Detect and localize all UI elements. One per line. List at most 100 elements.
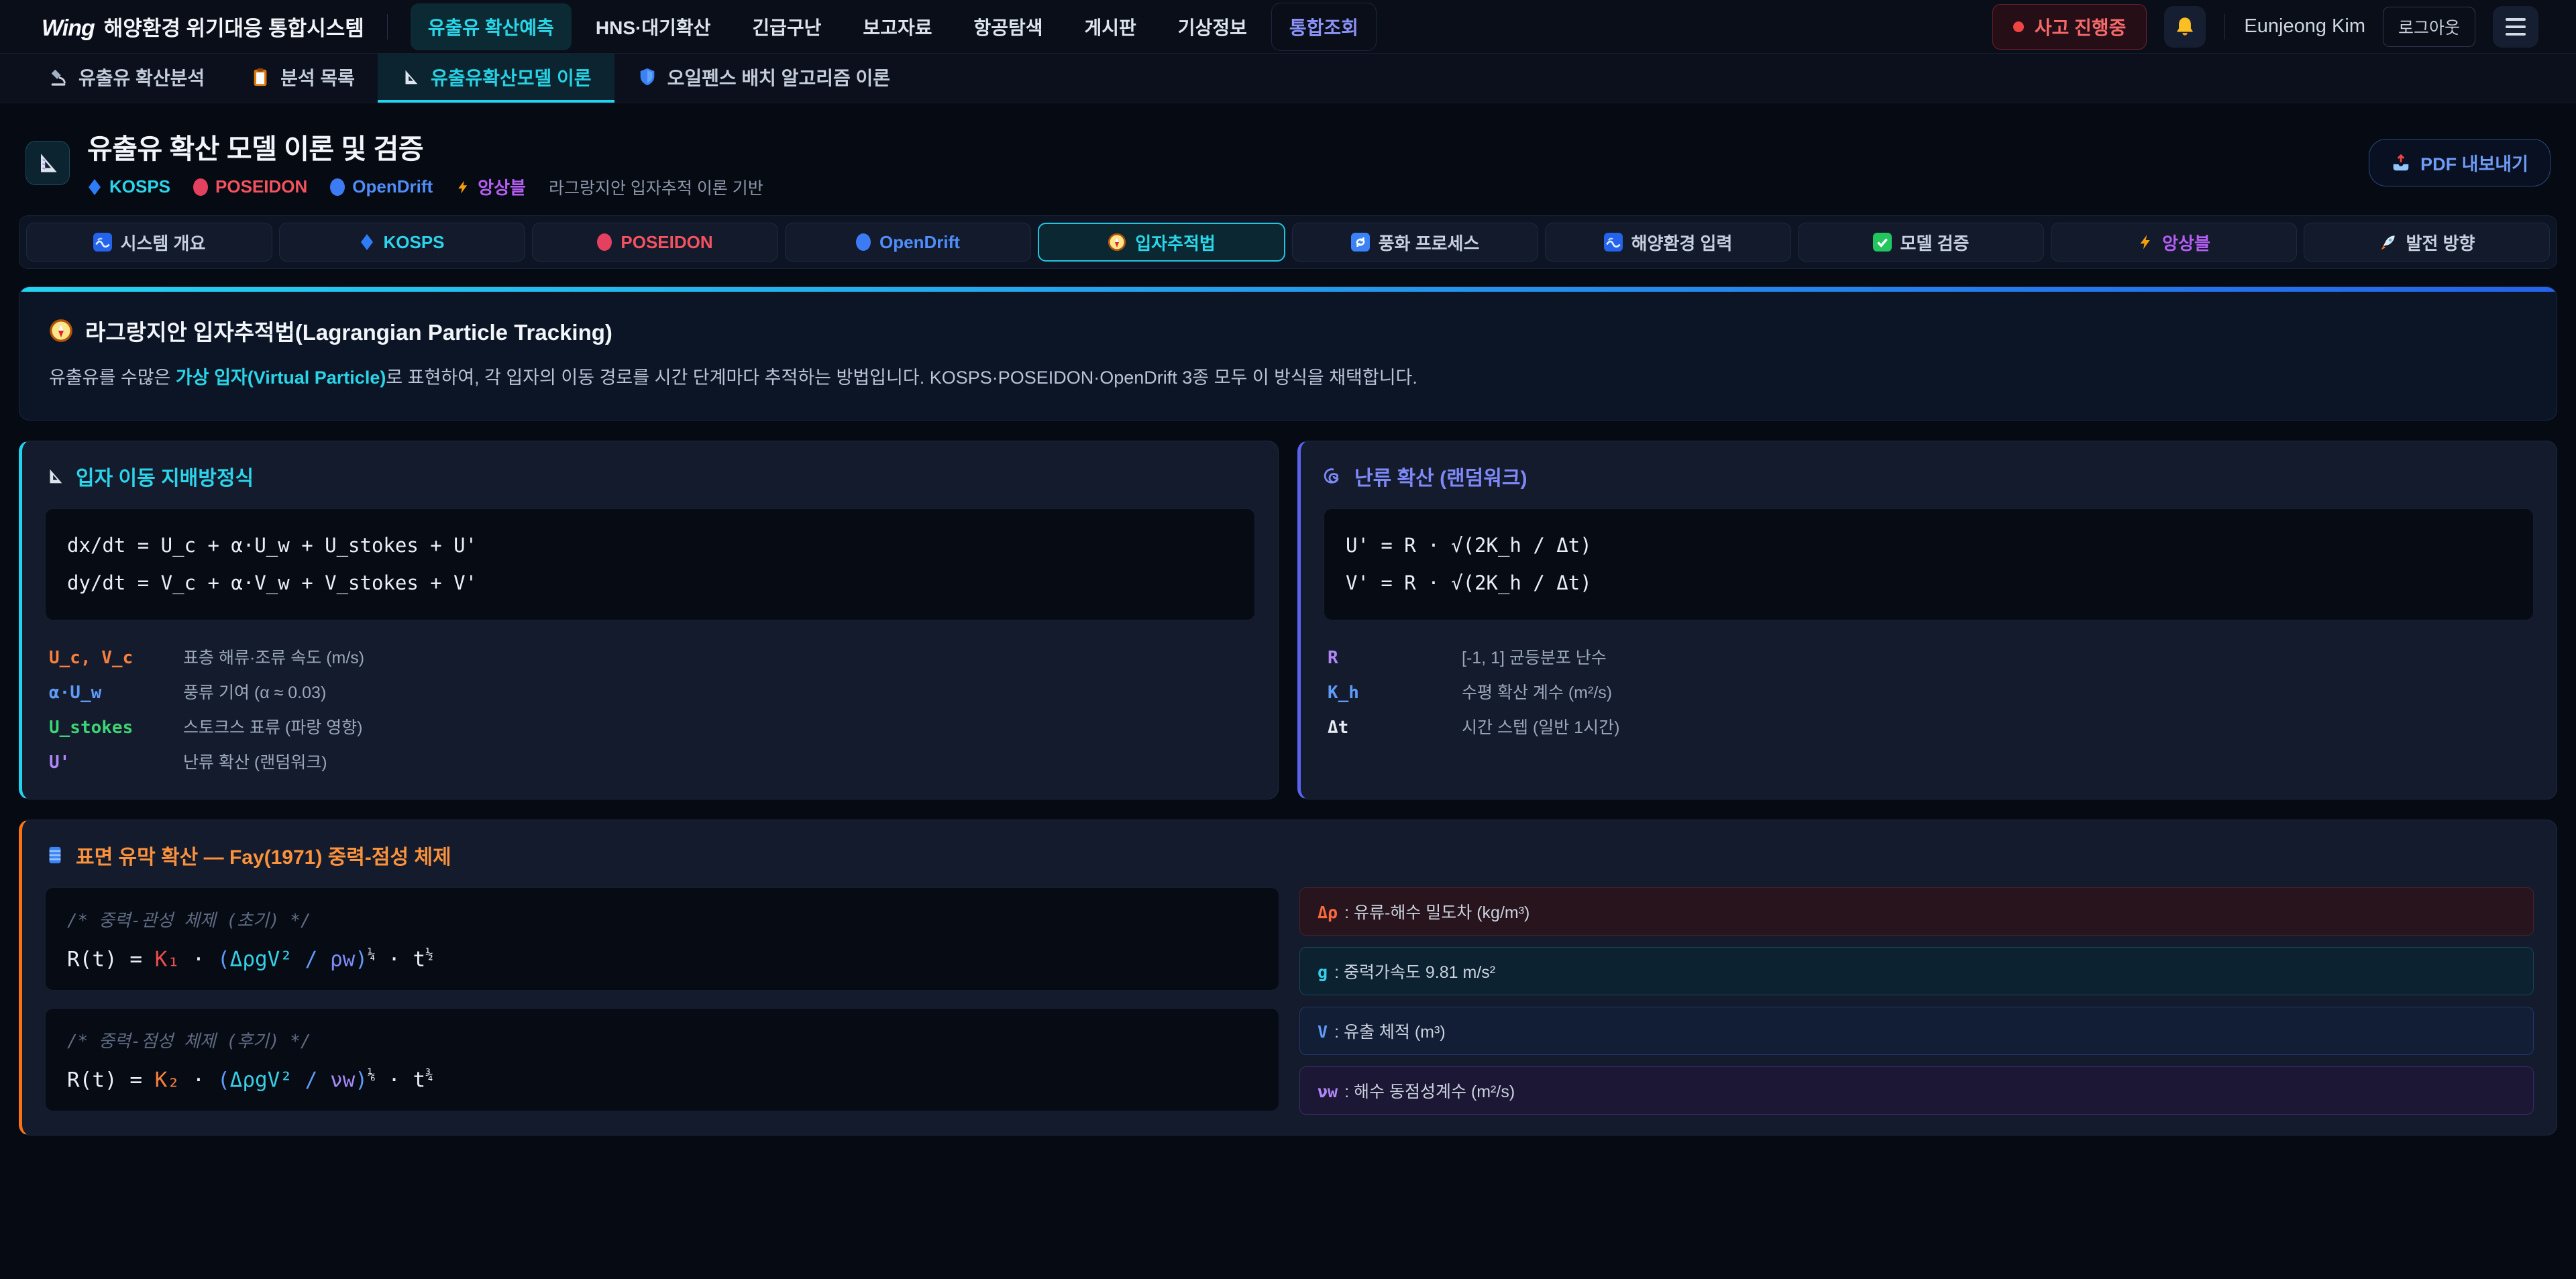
variable-chip-delta-rho: Δρ : 유류-해수 밀도차 (kg/m³) (1299, 887, 2534, 936)
variable-chip-v: V : 유출 체적 (m³) (1299, 1007, 2534, 1055)
wave-icon (93, 233, 112, 252)
sub-tab-bar: 유출유 확산분석 분석 목록 유출유확산모델 이론 오일펜스 배치 알고리즘 이… (0, 54, 2576, 103)
badge-ensemble: 앙상블 (455, 174, 526, 199)
check-icon (1873, 233, 1892, 252)
export-tray-icon (2391, 153, 2411, 173)
chip-marine-environment-input[interactable]: 해양환경 입력 (1545, 223, 1791, 262)
variable-legend: U_c, V_c 표층 해류·조류 속도 (m/s) α·U_w 풍류 기여 (… (45, 639, 1255, 779)
red-dot-icon (193, 178, 208, 196)
chip-particle-tracking[interactable]: 입자추적법 (1038, 223, 1285, 262)
menu-weather-info[interactable]: 기상정보 (1161, 3, 1265, 50)
page-title: 유출유 확산 모델 이론 및 검증 (87, 126, 763, 166)
blue-dot-icon (330, 178, 345, 196)
bell-icon (2174, 15, 2196, 38)
topbar-right: 사고 진행중 Eunjeong Kim 로그아웃 (1992, 4, 2538, 50)
user-name: Eunjeong Kim (2244, 15, 2365, 38)
tab-diffusion-model-theory[interactable]: 유출유확산모델 이론 (378, 54, 614, 103)
fay-variable-column: Δρ : 유류-해수 밀도차 (kg/m³) g : 중력가속도 9.81 m/… (1299, 887, 2534, 1115)
set-square-icon (400, 67, 421, 87)
tab-oil-fence-algorithm-theory[interactable]: 오일펜스 배치 알고리즘 이론 (614, 54, 913, 103)
chip-poseidon[interactable]: POSEIDON (532, 223, 778, 262)
set-square-icon (45, 466, 65, 486)
pdf-export-button[interactable]: PDF 내보내기 (2369, 139, 2551, 186)
compass-icon (1108, 233, 1126, 252)
menu-board[interactable]: 게시판 (1067, 3, 1154, 50)
logo-mark: Wing (42, 15, 95, 42)
top-navbar: Wing 해양환경 위기대응 통합시스템 유출유 확산예측 HNS·대기확산 긴… (0, 0, 2576, 54)
divider (2224, 14, 2225, 40)
red-dot-icon (2013, 21, 2024, 32)
section-description: 유출유를 수많은 가상 입자(Virtual Particle)로 표현하여, … (49, 364, 2527, 392)
chip-future-direction[interactable]: 발전 방향 (2304, 223, 2550, 262)
badge-kosps: KOSPS (87, 176, 170, 197)
menu-emergency-rescue[interactable]: 긴급구난 (735, 3, 839, 50)
logout-button[interactable]: 로그아웃 (2383, 7, 2475, 47)
refresh-icon (1351, 233, 1370, 252)
highlight-virtual-particle: 가상 입자(Virtual Particle) (176, 368, 386, 388)
card-title: 난류 확산 (랜덤워크) (1324, 461, 2534, 491)
menu-reports[interactable]: 보고자료 (845, 3, 949, 50)
variable-row: U' 난류 확산 (랜덤워크) (45, 744, 1255, 779)
badge-poseidon: POSEIDON (193, 176, 307, 197)
diamond-icon (87, 178, 102, 196)
chip-opendrift[interactable]: OpenDrift (785, 223, 1031, 262)
tab-spill-analysis[interactable]: 유출유 확산분석 (25, 54, 227, 103)
equation-cards-row: 입자 이동 지배방정식 dx/dt = U_c + α·U_w + U_stok… (19, 441, 2557, 799)
divider (387, 14, 388, 40)
badge-opendrift: OpenDrift (330, 176, 433, 197)
card-title: 입자 이동 지배방정식 (45, 461, 1255, 491)
app-logo: Wing 해양환경 위기대응 통합시스템 (42, 11, 364, 42)
fay-formula-column: /* 중력-관성 체제 (초기) */ R(t) = K₁ · (ΔρgV² /… (45, 887, 1279, 1112)
page-icon (25, 141, 70, 185)
gradient-accent-bar (19, 287, 2557, 292)
spiral-icon (1324, 466, 1344, 486)
shield-icon (637, 67, 657, 87)
fay-content-grid: /* 중력-관성 체제 (초기) */ R(t) = K₁ · (ΔρgV² /… (45, 887, 2534, 1115)
chip-weathering-process[interactable]: 풍화 프로세스 (1292, 223, 1538, 262)
variable-row: R [-1, 1] 균등분포 난수 (1324, 639, 2534, 674)
lagrangian-intro-card: 라그랑지안 입자추적법(Lagrangian Particle Tracking… (19, 286, 2557, 421)
menu-oil-spill-forecast[interactable]: 유출유 확산예측 (411, 3, 572, 50)
tab-analysis-list[interactable]: 분석 목록 (227, 54, 378, 103)
main-menu: 유출유 확산예측 HNS·대기확산 긴급구난 보고자료 항공탐색 게시판 기상정… (411, 3, 1377, 51)
chip-kosps[interactable]: KOSPS (279, 223, 525, 262)
fay-code-block-initial: /* 중력-관성 체제 (초기) */ R(t) = K₁ · (ΔρgV² /… (45, 887, 1279, 991)
bolt-icon (455, 178, 470, 196)
menu-hns-air-diffusion[interactable]: HNS·대기확산 (578, 3, 728, 50)
variable-row: U_stokes 스토크스 표류 (파랑 영향) (45, 709, 1255, 744)
chip-model-validation[interactable]: 모델 검증 (1798, 223, 2044, 262)
bolt-icon (2137, 233, 2153, 252)
microscope-icon (48, 67, 68, 87)
fay-formula-late: R(t) = K₂ · (ΔρgV² / νw)⅙ · t¾ (67, 1067, 1257, 1092)
menu-integrated-search[interactable]: 통합조회 (1271, 3, 1377, 51)
notifications-button[interactable] (2164, 6, 2206, 48)
variable-chip-g: g : 중력가속도 9.81 m/s² (1299, 947, 2534, 995)
fay-spreading-card: 표면 유막 확산 — Fay(1971) 중력-점성 체제 /* 중력-관성 체… (19, 820, 2557, 1135)
page-header: 유출유 확산 모델 이론 및 검증 KOSPS POSEIDON OpenDri… (25, 126, 2551, 199)
page-header-text: 유출유 확산 모델 이론 및 검증 KOSPS POSEIDON OpenDri… (87, 126, 763, 199)
variable-chip-nu-w: νw : 해수 동점성계수 (m²/s) (1299, 1066, 2534, 1115)
section-chip-nav: 시스템 개요 KOSPS POSEIDON OpenDrift 입자추적법 풍화… (19, 215, 2557, 269)
variable-row: U_c, V_c 표층 해류·조류 속도 (m/s) (45, 639, 1255, 674)
red-dot-icon (597, 233, 612, 251)
page-content: 유출유 확산 모델 이론 및 검증 KOSPS POSEIDON OpenDri… (0, 103, 2576, 1135)
section-title: 라그랑지안 입자추적법(Lagrangian Particle Tracking… (49, 315, 2527, 347)
wave-icon (1604, 233, 1623, 252)
variable-legend: R [-1, 1] 균등분포 난수 K_h 수평 확산 계수 (m²/s) Δt… (1324, 639, 2534, 744)
set-square-icon (34, 150, 61, 176)
diamond-icon (360, 233, 374, 251)
chip-ensemble[interactable]: 앙상블 (2051, 223, 2297, 262)
hamburger-menu-button[interactable] (2493, 6, 2538, 48)
oil-barrel-icon (45, 845, 65, 865)
incident-status-badge[interactable]: 사고 진행중 (1992, 4, 2147, 50)
blue-dot-icon (856, 233, 871, 251)
compass-icon (49, 319, 73, 343)
chip-system-overview[interactable]: 시스템 개요 (26, 223, 272, 262)
equation-code-block: U' = R · √(2K_h / Δt)V' = R · √(2K_h / Δ… (1324, 508, 2534, 620)
variable-row: K_h 수평 확산 계수 (m²/s) (1324, 674, 2534, 709)
page-subtitle: 라그랑지안 입자추적 이론 기반 (549, 175, 763, 199)
rocket-icon (2379, 233, 2398, 252)
clipboard-icon (250, 67, 270, 87)
menu-aerial-search[interactable]: 항공탐색 (956, 3, 1060, 50)
fay-formula-initial: R(t) = K₁ · (ΔρgV² / ρw)¼ · t½ (67, 946, 1257, 971)
